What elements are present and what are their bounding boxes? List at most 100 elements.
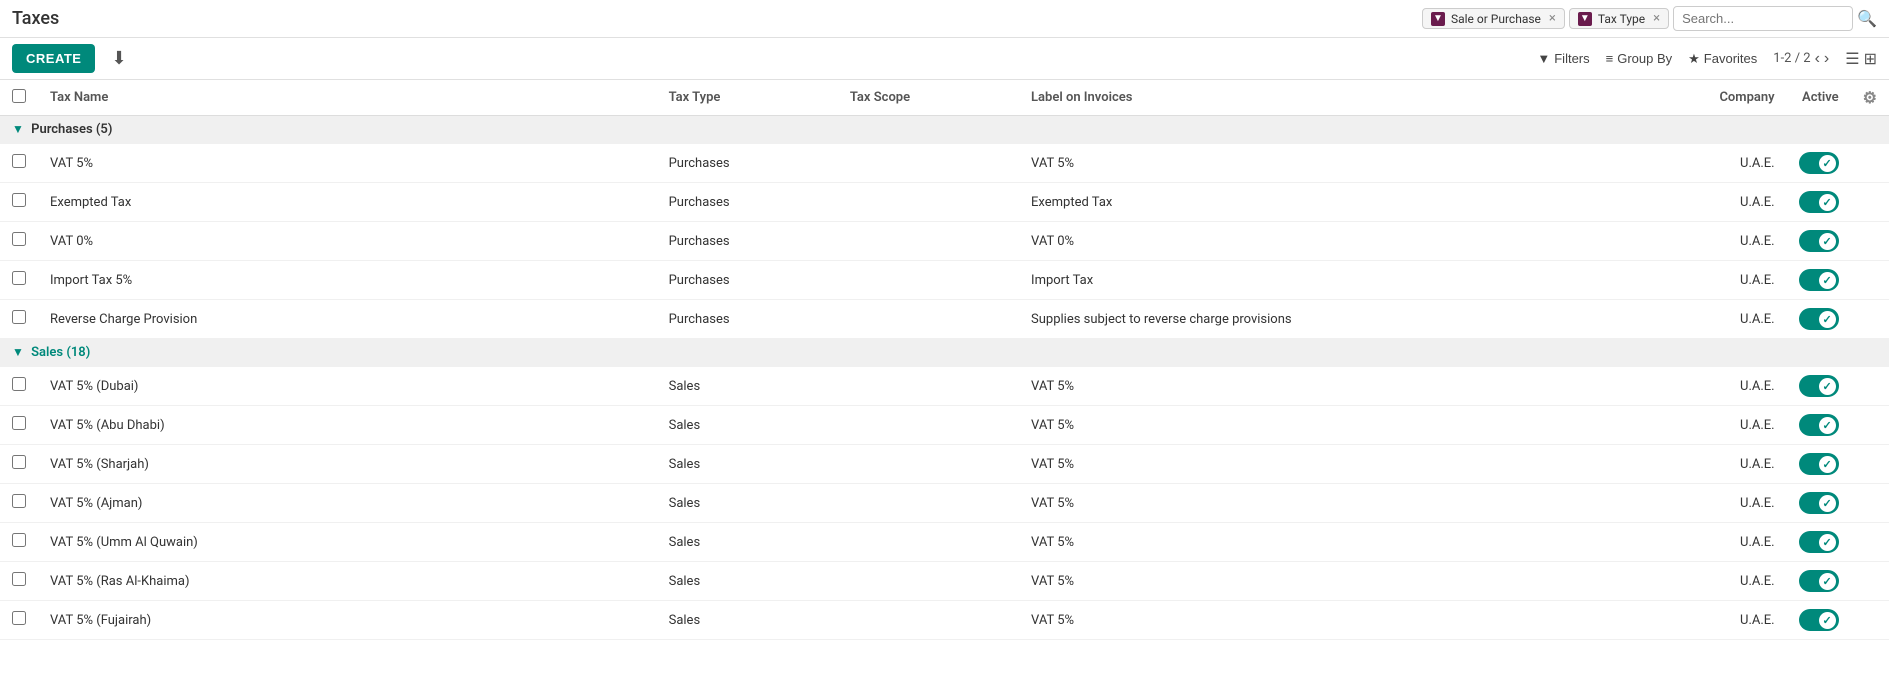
row-checkbox[interactable] bbox=[12, 193, 26, 207]
kanban-view-button[interactable]: ⊞ bbox=[1864, 49, 1877, 69]
active-header: Active bbox=[1787, 80, 1851, 116]
table-row: Exempted Tax Purchases Exempted Tax U.A.… bbox=[0, 183, 1889, 222]
row-checkbox[interactable] bbox=[12, 533, 26, 547]
row-checkbox[interactable] bbox=[12, 271, 26, 285]
row-tax-type: Purchases bbox=[657, 183, 838, 222]
chevron-sales-icon: ▼ bbox=[12, 345, 24, 359]
active-toggle-knob bbox=[1819, 534, 1836, 551]
active-toggle[interactable] bbox=[1799, 414, 1839, 436]
groupby-icon: ≡ bbox=[1606, 51, 1614, 66]
row-tax-name[interactable]: VAT 5% (Fujairah) bbox=[38, 601, 657, 640]
view-toggle: ☰ ⊞ bbox=[1845, 49, 1877, 69]
group-header-sales[interactable]: ▼ Sales (18) bbox=[0, 339, 1889, 367]
next-page-button[interactable]: › bbox=[1824, 50, 1829, 68]
row-label-invoices: VAT 5% bbox=[1019, 445, 1641, 484]
row-checkbox[interactable] bbox=[12, 416, 26, 430]
row-tax-name[interactable]: Import Tax 5% bbox=[38, 261, 657, 300]
active-toggle[interactable] bbox=[1799, 609, 1839, 631]
row-tax-scope bbox=[838, 367, 1019, 406]
row-tax-scope bbox=[838, 183, 1019, 222]
row-tax-name[interactable]: VAT 5% (Abu Dhabi) bbox=[38, 406, 657, 445]
list-view-button[interactable]: ☰ bbox=[1845, 49, 1859, 69]
create-button[interactable]: CREATE bbox=[12, 44, 95, 73]
row-tax-name[interactable]: Exempted Tax bbox=[38, 183, 657, 222]
row-active bbox=[1787, 183, 1851, 222]
row-settings bbox=[1851, 144, 1889, 183]
row-active bbox=[1787, 523, 1851, 562]
row-tax-type: Sales bbox=[657, 562, 838, 601]
row-label-invoices: Import Tax bbox=[1019, 261, 1641, 300]
active-toggle[interactable] bbox=[1799, 152, 1839, 174]
row-tax-type: Sales bbox=[657, 445, 838, 484]
row-checkbox[interactable] bbox=[12, 310, 26, 324]
prev-page-button[interactable]: ‹ bbox=[1815, 50, 1820, 68]
search-button[interactable]: 🔍 bbox=[1857, 9, 1877, 29]
row-tax-name[interactable]: Reverse Charge Provision bbox=[38, 300, 657, 339]
row-tax-name[interactable]: VAT 5% (Sharjah) bbox=[38, 445, 657, 484]
table-row: VAT 5% (Abu Dhabi) Sales VAT 5% U.A.E. bbox=[0, 406, 1889, 445]
row-settings bbox=[1851, 445, 1889, 484]
row-tax-name[interactable]: VAT 5% bbox=[38, 144, 657, 183]
row-checkbox[interactable] bbox=[12, 232, 26, 246]
row-tax-name[interactable]: VAT 5% (Umm Al Quwain) bbox=[38, 523, 657, 562]
row-checkbox[interactable] bbox=[12, 377, 26, 391]
favorites-button[interactable]: ★ Favorites bbox=[1688, 51, 1757, 67]
search-bar: ▼ Sale or Purchase × ▼ Tax Type × 🔍 bbox=[1422, 6, 1877, 31]
column-settings-icon[interactable]: ⚙ bbox=[1863, 88, 1877, 107]
row-settings bbox=[1851, 183, 1889, 222]
row-tax-scope bbox=[838, 222, 1019, 261]
row-tax-name[interactable]: VAT 5% (Ajman) bbox=[38, 484, 657, 523]
row-company: U.A.E. bbox=[1641, 484, 1787, 523]
groupby-button[interactable]: ≡ Group By bbox=[1606, 51, 1673, 66]
select-all-checkbox[interactable] bbox=[12, 89, 26, 103]
filter-sale-or-purchase[interactable]: ▼ Sale or Purchase × bbox=[1422, 8, 1565, 29]
active-toggle[interactable] bbox=[1799, 308, 1839, 330]
active-toggle[interactable] bbox=[1799, 191, 1839, 213]
active-toggle[interactable] bbox=[1799, 269, 1839, 291]
row-label-invoices: VAT 5% bbox=[1019, 601, 1641, 640]
row-checkbox[interactable] bbox=[12, 611, 26, 625]
group-label-sales: Sales (18) bbox=[31, 345, 90, 360]
filter-sale-purchase-close[interactable]: × bbox=[1549, 11, 1556, 26]
active-toggle[interactable] bbox=[1799, 531, 1839, 553]
row-tax-name[interactable]: VAT 5% (Dubai) bbox=[38, 367, 657, 406]
active-toggle[interactable] bbox=[1799, 570, 1839, 592]
row-company: U.A.E. bbox=[1641, 367, 1787, 406]
action-bar: CREATE ⬇ ▼ Filters ≡ Group By ★ Favorite… bbox=[0, 38, 1889, 80]
select-all-header bbox=[0, 80, 38, 116]
row-tax-name[interactable]: VAT 0% bbox=[38, 222, 657, 261]
row-checkbox[interactable] bbox=[12, 572, 26, 586]
active-toggle[interactable] bbox=[1799, 375, 1839, 397]
table-row: VAT 5% (Sharjah) Sales VAT 5% U.A.E. bbox=[0, 445, 1889, 484]
row-tax-scope bbox=[838, 406, 1019, 445]
row-checkbox-cell bbox=[0, 183, 38, 222]
group-header-cell-sales[interactable]: ▼ Sales (18) bbox=[0, 339, 1889, 367]
active-toggle[interactable] bbox=[1799, 453, 1839, 475]
filter-tax-type-close[interactable]: × bbox=[1653, 11, 1660, 26]
active-toggle[interactable] bbox=[1799, 230, 1839, 252]
row-settings bbox=[1851, 261, 1889, 300]
row-checkbox[interactable] bbox=[12, 455, 26, 469]
row-checkbox[interactable] bbox=[12, 494, 26, 508]
group-header-cell-purchases[interactable]: ▼ Purchases (5) bbox=[0, 116, 1889, 144]
filter-tax-type[interactable]: ▼ Tax Type × bbox=[1569, 8, 1669, 29]
active-toggle[interactable] bbox=[1799, 492, 1839, 514]
row-company: U.A.E. bbox=[1641, 222, 1787, 261]
tax-type-icon: ▼ bbox=[1578, 12, 1592, 26]
search-input[interactable] bbox=[1673, 6, 1853, 31]
favorites-label: Favorites bbox=[1704, 51, 1757, 66]
row-checkbox-cell bbox=[0, 406, 38, 445]
tax-type-header: Tax Type bbox=[657, 80, 838, 116]
table-row: Reverse Charge Provision Purchases Suppl… bbox=[0, 300, 1889, 339]
row-checkbox[interactable] bbox=[12, 154, 26, 168]
taxes-table: Tax Name Tax Type Tax Scope Label on Inv… bbox=[0, 80, 1889, 640]
row-tax-name[interactable]: VAT 5% (Ras Al-Khaima) bbox=[38, 562, 657, 601]
row-company: U.A.E. bbox=[1641, 406, 1787, 445]
group-header-purchases[interactable]: ▼ Purchases (5) bbox=[0, 116, 1889, 144]
row-company: U.A.E. bbox=[1641, 183, 1787, 222]
tax-name-header: Tax Name bbox=[38, 80, 657, 116]
export-button[interactable]: ⬇ bbox=[111, 48, 126, 69]
active-toggle-knob bbox=[1819, 311, 1836, 328]
filters-button[interactable]: ▼ Filters bbox=[1537, 51, 1589, 66]
row-active bbox=[1787, 406, 1851, 445]
